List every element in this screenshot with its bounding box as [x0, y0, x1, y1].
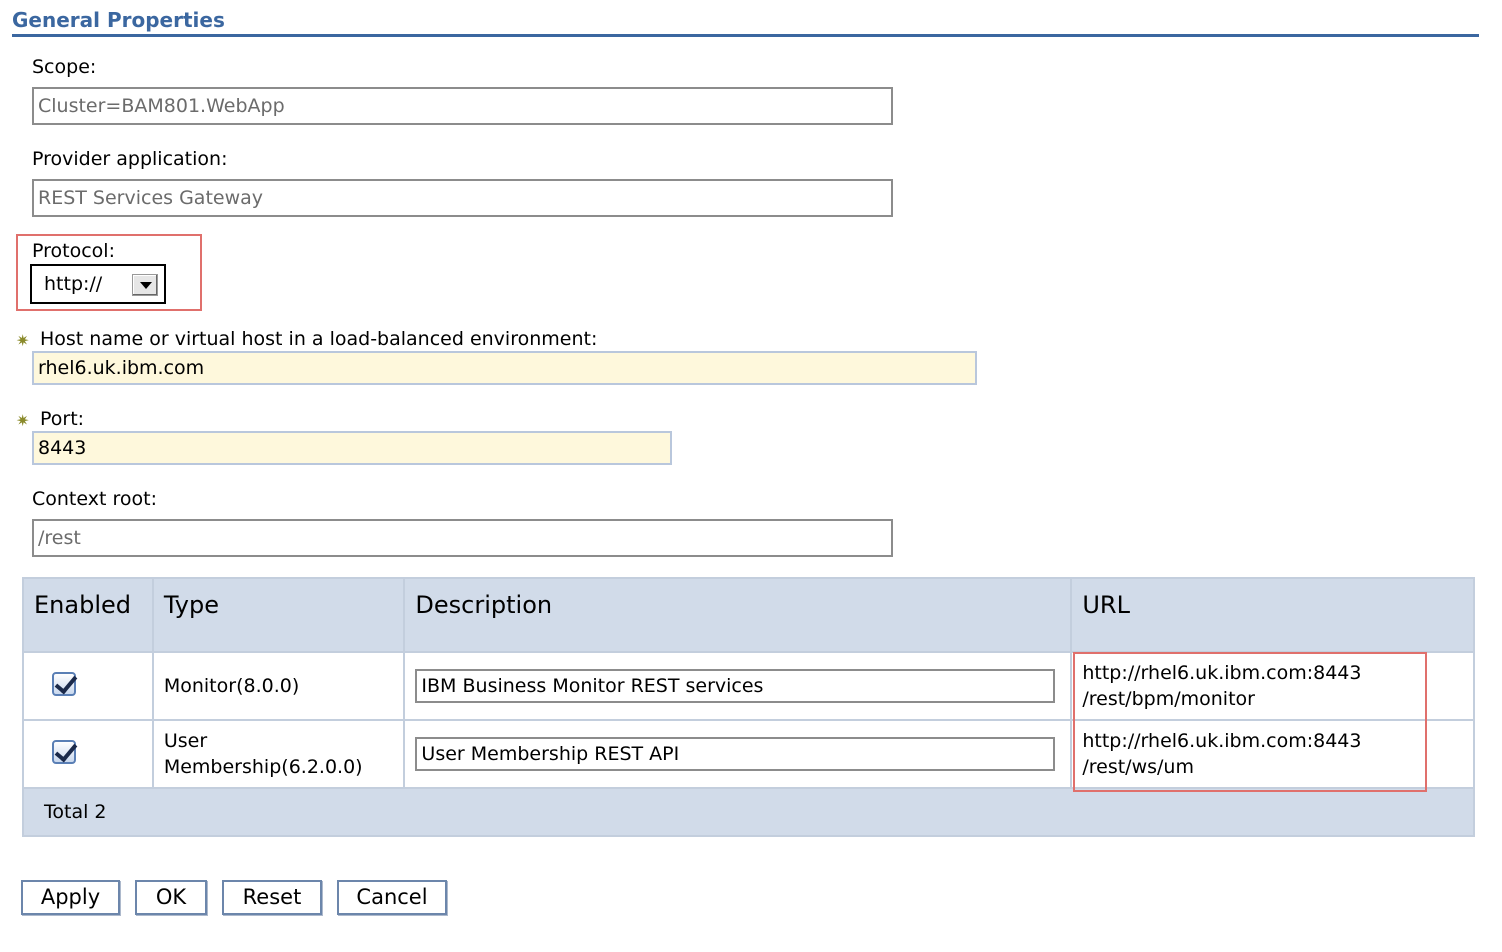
- table-total-row: Total 2: [22, 787, 1475, 837]
- apply-button[interactable]: Apply: [21, 880, 120, 915]
- protocol-label: Protocol:: [32, 240, 115, 262]
- type-cell: Monitor(8.0.0): [151, 651, 406, 721]
- section-title: General Properties: [12, 8, 225, 32]
- type-text: Membership(6.2.0.0): [163, 756, 363, 778]
- dropdown-arrow-icon[interactable]: [132, 274, 158, 296]
- required-asterisk-icon: ✷: [16, 331, 30, 350]
- host-label: Host name or virtual host in a load-bala…: [40, 328, 598, 350]
- cancel-button[interactable]: Cancel: [337, 880, 447, 915]
- scope-field[interactable]: Cluster=BAM801.WebApp: [32, 87, 893, 125]
- ok-button[interactable]: OK: [135, 880, 207, 915]
- context-root-label: Context root:: [32, 488, 157, 510]
- port-label: Port:: [40, 408, 85, 430]
- section-divider: [12, 34, 1479, 37]
- provider-field[interactable]: REST Services Gateway: [32, 179, 893, 217]
- type-text: User: [163, 730, 208, 752]
- provider-label: Provider application:: [32, 148, 228, 170]
- enabled-cell: [22, 719, 154, 789]
- required-asterisk-icon: ✷: [16, 411, 30, 430]
- description-input[interactable]: IBM Business Monitor REST services: [415, 669, 1056, 703]
- scope-label: Scope:: [32, 56, 97, 78]
- description-input[interactable]: User Membership REST API: [415, 737, 1056, 771]
- protocol-select[interactable]: http://: [30, 264, 166, 304]
- total-count: Total 2: [22, 787, 1475, 837]
- column-header-type: Type: [151, 577, 406, 653]
- type-cell: User Membership(6.2.0.0): [151, 719, 406, 789]
- description-cell: User Membership REST API: [403, 719, 1073, 789]
- column-header-enabled: Enabled: [22, 577, 154, 653]
- column-header-description: Description: [403, 577, 1073, 653]
- protocol-selected-value: http://: [44, 273, 103, 295]
- enabled-cell: [22, 651, 154, 721]
- table-header-row: Enabled Type Description URL: [22, 577, 1475, 653]
- port-input[interactable]: 8443: [32, 431, 672, 465]
- url-highlight-box: [1073, 652, 1427, 792]
- enabled-checkbox[interactable]: [52, 671, 76, 696]
- host-input[interactable]: rhel6.uk.ibm.com: [32, 351, 977, 385]
- reset-button[interactable]: Reset: [222, 880, 322, 915]
- enabled-checkbox[interactable]: [52, 739, 76, 764]
- description-cell: IBM Business Monitor REST services: [403, 651, 1073, 721]
- column-header-url: URL: [1070, 577, 1475, 653]
- context-root-field[interactable]: /rest: [32, 519, 893, 557]
- type-text: Monitor(8.0.0): [163, 675, 300, 697]
